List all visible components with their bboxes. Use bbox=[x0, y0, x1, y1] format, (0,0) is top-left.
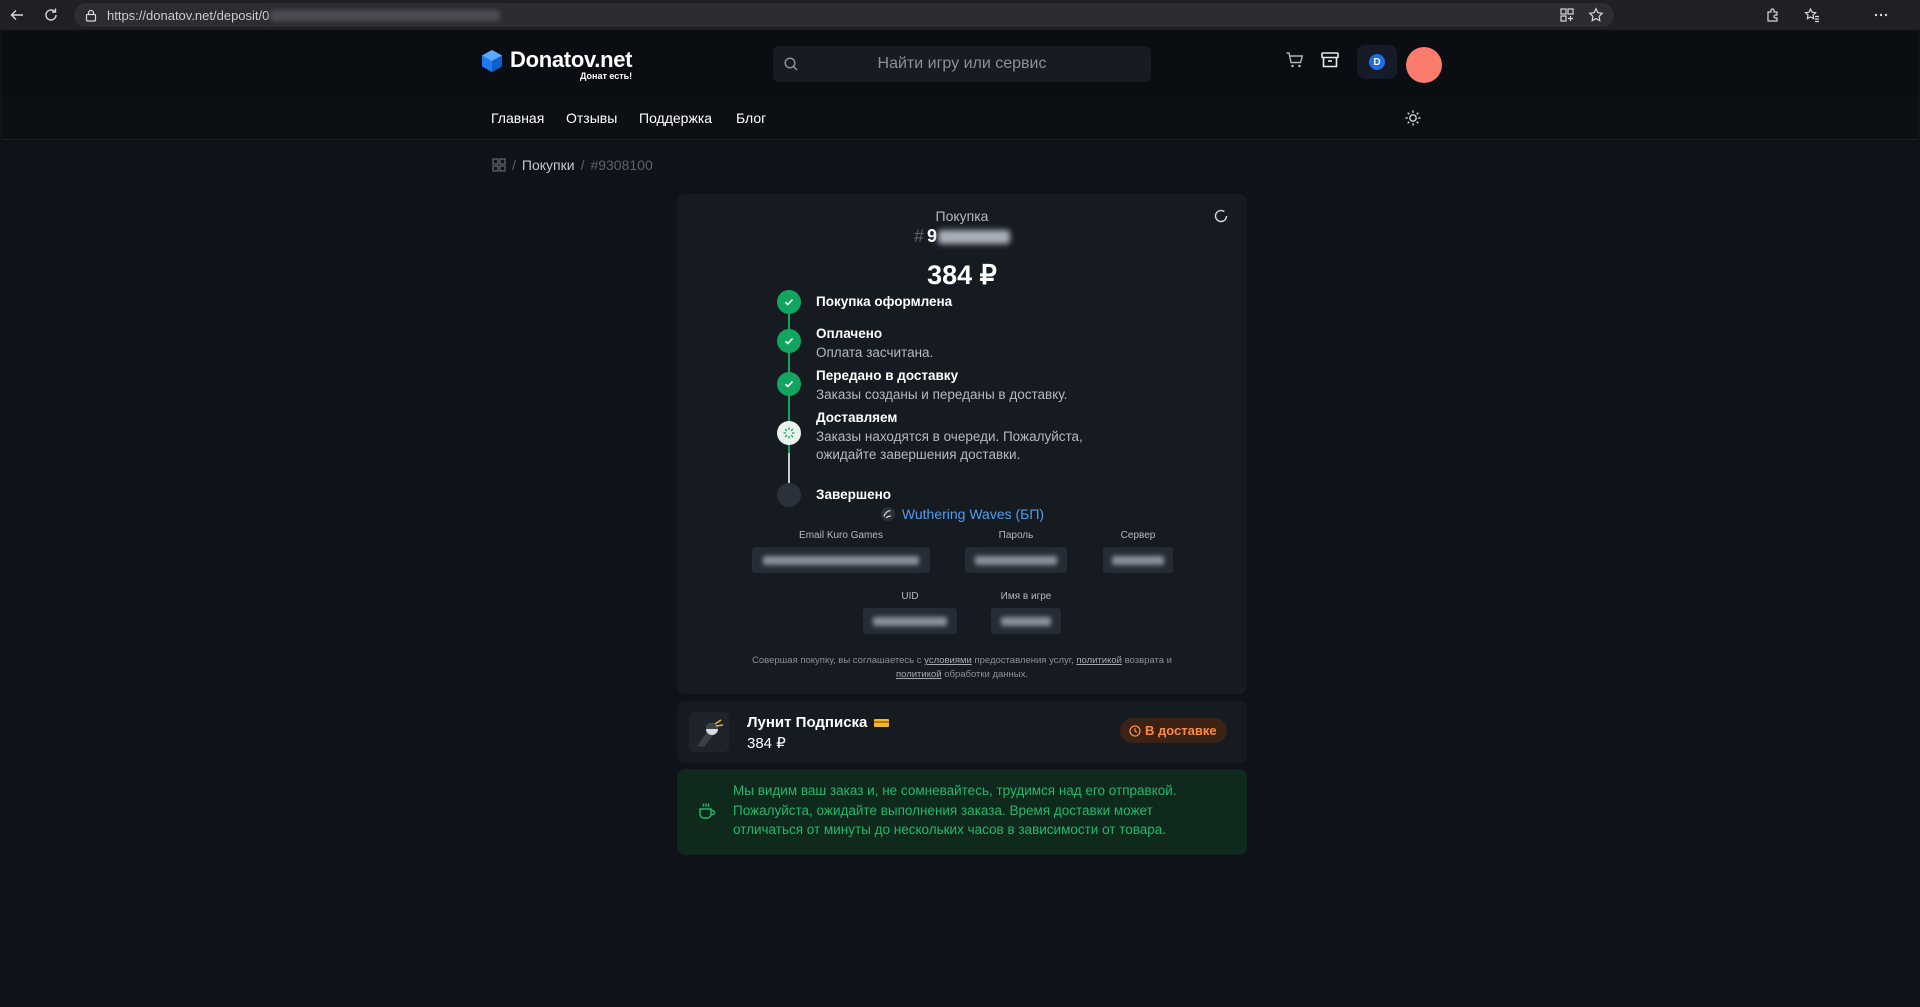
disclaimer-text: возврата и bbox=[1121, 655, 1172, 666]
game-link[interactable]: Wuthering Waves (БП) bbox=[902, 506, 1044, 522]
check-icon bbox=[777, 329, 801, 353]
url-redacted bbox=[270, 9, 501, 21]
browser-toolbar: https://donatov.net/deposit/0 bbox=[0, 0, 1920, 30]
breadcrumb-separator: / bbox=[512, 157, 516, 173]
reload-icon[interactable] bbox=[40, 4, 62, 26]
field-value[interactable] bbox=[752, 547, 930, 573]
site-logo[interactable]: Donatov.net Донат есть! bbox=[480, 47, 632, 83]
field-value[interactable] bbox=[965, 547, 1067, 573]
privacy-policy-link[interactable]: политикой bbox=[896, 669, 942, 680]
pending-dot bbox=[777, 483, 801, 507]
nav-item-home[interactable]: Главная bbox=[491, 96, 544, 140]
terms-link[interactable]: условиями bbox=[924, 655, 972, 666]
clock-icon bbox=[1129, 724, 1141, 737]
product-title: Лунит Подписка bbox=[747, 714, 890, 731]
order-card: Покупка # 9 384 ₽ Покупка оформлена Опла… bbox=[677, 194, 1247, 694]
avatar[interactable] bbox=[1406, 47, 1442, 83]
apps-grid-icon[interactable] bbox=[1556, 4, 1578, 26]
step-title: Покупка оформлена bbox=[816, 294, 953, 309]
status-badge: В доставке bbox=[1120, 718, 1227, 743]
account-field: Сервер bbox=[1103, 530, 1173, 573]
grid-home-icon[interactable] bbox=[492, 158, 506, 172]
field-value[interactable] bbox=[991, 608, 1061, 634]
step-title: Передано в доставку bbox=[816, 368, 959, 383]
account-field: Имя в игре bbox=[991, 591, 1061, 634]
favorites-icon[interactable] bbox=[1801, 4, 1823, 26]
search-box[interactable] bbox=[773, 46, 1151, 82]
field-label: Пароль bbox=[998, 530, 1034, 541]
terms-disclaimer: Совершая покупку, вы соглашаетесь с усло… bbox=[717, 654, 1207, 682]
breadcrumb: / Покупки / #9308100 bbox=[492, 156, 653, 174]
order-number-visible: 9 bbox=[927, 226, 938, 246]
logo-mark-icon bbox=[482, 50, 502, 72]
nav-item-support[interactable]: Поддержка bbox=[639, 96, 712, 140]
refund-policy-link[interactable]: политикой bbox=[1076, 655, 1122, 666]
order-label: Покупка bbox=[935, 208, 989, 224]
breadcrumb-purchases[interactable]: Покупки bbox=[522, 157, 575, 173]
status-label: В доставке bbox=[1145, 723, 1217, 738]
cart-icon[interactable] bbox=[1284, 49, 1306, 71]
step-title: Завершено bbox=[816, 487, 892, 502]
game-link-row: Wuthering Waves (БП) bbox=[677, 506, 1247, 522]
logo-tagline: Донат есть! bbox=[579, 71, 633, 81]
step-description: Заказы находятся в очереди. Пожалуйста, … bbox=[816, 429, 1083, 462]
notice-text: Мы видим ваш заказ и, не сомневайтесь, т… bbox=[733, 783, 1177, 837]
back-arrow-icon[interactable] bbox=[6, 4, 28, 26]
check-icon bbox=[777, 372, 801, 396]
product-price: 384 ₽ bbox=[747, 735, 786, 752]
disclaimer-text: предоставления услуг, bbox=[971, 655, 1077, 666]
order-item[interactable]: Лунит Подписка 384 ₽ В доставке bbox=[677, 701, 1247, 763]
order-status-timeline: Покупка оформлена Оплачено Оплата засчит… bbox=[777, 290, 1177, 512]
archive-box-icon[interactable] bbox=[1319, 49, 1341, 71]
nav-item-blog[interactable]: Блог bbox=[736, 96, 766, 140]
search-icon bbox=[784, 57, 798, 71]
product-name: Лунит Подписка bbox=[747, 714, 868, 731]
field-label: UID bbox=[901, 591, 919, 602]
field-value[interactable] bbox=[1103, 547, 1173, 573]
game-icon bbox=[880, 507, 895, 521]
disclaimer-text: обработки данных. bbox=[941, 669, 1029, 680]
account-field: Пароль bbox=[965, 530, 1067, 573]
delivery-notice: Мы видим ваш заказ и, не сомневайтесь, т… bbox=[677, 769, 1247, 855]
order-hash: # bbox=[913, 226, 924, 246]
card-icon bbox=[874, 718, 890, 727]
breadcrumb-current: #9308100 bbox=[590, 157, 653, 173]
step-title: Оплачено bbox=[816, 326, 883, 341]
product-image bbox=[689, 712, 729, 752]
url-text: https://donatov.net/deposit/0 bbox=[107, 7, 270, 23]
extensions-icon[interactable] bbox=[1762, 4, 1784, 26]
spinner-icon bbox=[777, 421, 801, 445]
account-field: UID bbox=[863, 591, 957, 634]
disclaimer-text: Совершая покупку, вы соглашаетесь с bbox=[752, 655, 925, 666]
coffee-cup-icon bbox=[699, 803, 716, 819]
page: Donatov.net Донат есть! D Главная Отзывы… bbox=[2, 30, 1918, 1007]
logo-name: Donatov.net bbox=[510, 47, 633, 72]
breadcrumb-separator: / bbox=[580, 157, 585, 173]
field-label: Сервер bbox=[1120, 530, 1156, 541]
balance-button[interactable]: D bbox=[1357, 45, 1397, 79]
step-title: Доставляем bbox=[816, 410, 898, 425]
search-input[interactable] bbox=[799, 46, 1151, 82]
order-number-redacted bbox=[938, 229, 1011, 244]
main-nav: Главная Отзывы Поддержка Блог bbox=[2, 96, 1918, 140]
order-total: 384 ₽ bbox=[927, 260, 997, 290]
account-field: Email Kuro Games bbox=[752, 530, 930, 573]
nav-item-reviews[interactable]: Отзывы bbox=[566, 96, 617, 140]
field-label: Имя в игре bbox=[1000, 591, 1052, 602]
theme-toggle-icon[interactable] bbox=[1403, 108, 1423, 128]
order-number: # 9 bbox=[677, 226, 1247, 247]
coin-icon: D bbox=[1369, 54, 1385, 70]
step-description: Заказы созданы и переданы в доставку. bbox=[816, 387, 1068, 402]
site-header: Donatov.net Донат есть! D bbox=[2, 30, 1918, 96]
lock-icon[interactable] bbox=[83, 7, 99, 23]
field-value[interactable] bbox=[863, 608, 957, 634]
check-icon bbox=[777, 290, 801, 314]
more-menu-icon[interactable] bbox=[1870, 4, 1892, 26]
address-bar[interactable]: https://donatov.net/deposit/0 bbox=[74, 3, 1614, 27]
bookmark-star-icon[interactable] bbox=[1585, 4, 1607, 26]
field-label: Email Kuro Games bbox=[799, 530, 883, 541]
logo-text: Donatov.net Донат есть! bbox=[510, 47, 633, 81]
step-description: Оплата засчитана. bbox=[816, 345, 934, 360]
